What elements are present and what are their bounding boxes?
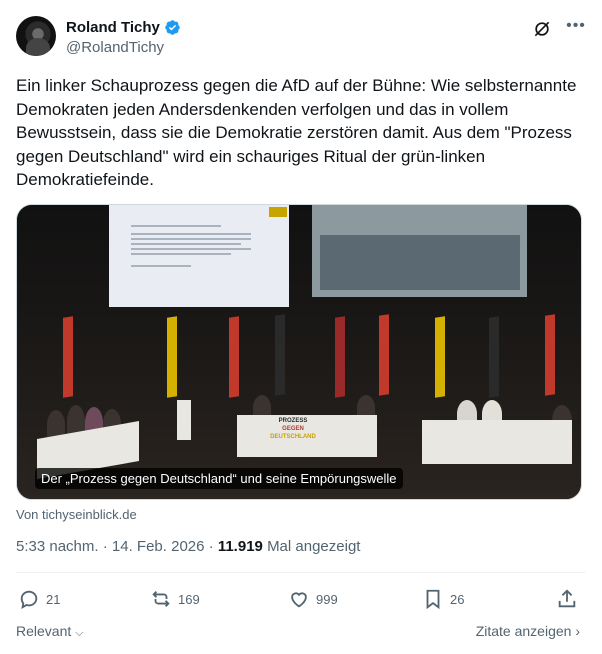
flag (489, 316, 499, 398)
view-count-label: Mal angezeigt (267, 538, 361, 555)
like-count: 999 (316, 591, 338, 607)
display-name[interactable]: Roland Tichy (66, 19, 160, 36)
tweet-date[interactable]: 14. Feb. 2026 (112, 538, 205, 555)
chevron-down-icon: ⌵ (75, 627, 84, 639)
flag (335, 316, 345, 398)
share-icon (558, 589, 576, 608)
reply-button[interactable]: 21 (18, 588, 60, 610)
reply-icon (20, 590, 38, 610)
action-bar: 21 169 999 26 (16, 588, 586, 614)
bookmark-button[interactable]: 26 (422, 588, 464, 610)
flag (379, 314, 389, 396)
chevron-right-icon: › (575, 623, 580, 639)
share-button[interactable] (556, 588, 578, 610)
flag (435, 316, 445, 398)
flag (229, 316, 239, 398)
flag (63, 316, 73, 398)
repost-count: 169 (178, 591, 200, 607)
flag (275, 314, 285, 396)
media-caption: Der „Prozess gegen Deutschland“ und sein… (35, 468, 403, 489)
podium-sign: PROZESS GEGEN DEUTSCHLAND (263, 417, 323, 441)
stage-table-right (422, 420, 572, 464)
divider (16, 572, 586, 573)
verified-badge-icon[interactable] (164, 19, 181, 36)
tweet-text: Ein linker Schauprozess gegen die AfD au… (16, 76, 577, 189)
like-button[interactable]: 999 (288, 588, 338, 610)
avatar[interactable] (16, 16, 56, 56)
projection-screen-right (312, 205, 527, 297)
repost-icon (152, 591, 170, 607)
flag (545, 314, 555, 396)
lectern (177, 400, 191, 440)
podium-line-2: GEGEN (282, 426, 304, 432)
reply-count: 21 (46, 591, 61, 607)
view-quotes-link[interactable]: Zitate anzeigen › (476, 623, 580, 639)
grok-icon[interactable] (532, 19, 552, 39)
meta-separator: · (208, 538, 218, 555)
flag (167, 316, 177, 398)
quotes-label: Zitate anzeigen (475, 623, 572, 639)
sort-label: Relevant (16, 623, 72, 639)
projection-screen-left (109, 205, 289, 307)
podium-line-3: DEUTSCHLAND (270, 434, 316, 440)
podium-line-1: PROZESS (278, 418, 308, 424)
sort-dropdown[interactable]: Relevant ⌵ (16, 623, 84, 640)
handle[interactable]: @RolandTichy (66, 39, 164, 56)
tweet-header: Roland Tichy @RolandTichy ••• (16, 16, 586, 60)
more-icon[interactable]: ••• (566, 18, 586, 39)
link-source[interactable]: Von tichyseinblick.de (16, 507, 137, 522)
meta-separator: · (102, 538, 112, 555)
bookmark-count: 26 (450, 591, 465, 607)
bookmark-icon (426, 589, 440, 610)
like-icon (291, 592, 307, 608)
view-count: 11.919 (217, 538, 263, 555)
media-card[interactable]: PROZESS GEGEN DEUTSCHLAND Der „Prozess g… (16, 204, 582, 500)
repost-button[interactable]: 169 (150, 588, 200, 610)
stage-floor (17, 495, 581, 499)
name-row: Roland Tichy (66, 19, 181, 36)
tweet-time[interactable]: 5:33 nachm. (16, 538, 99, 555)
tweet-meta: 5:33 nachm. · 14. Feb. 2026 · 11.919 Mal… (16, 538, 360, 555)
